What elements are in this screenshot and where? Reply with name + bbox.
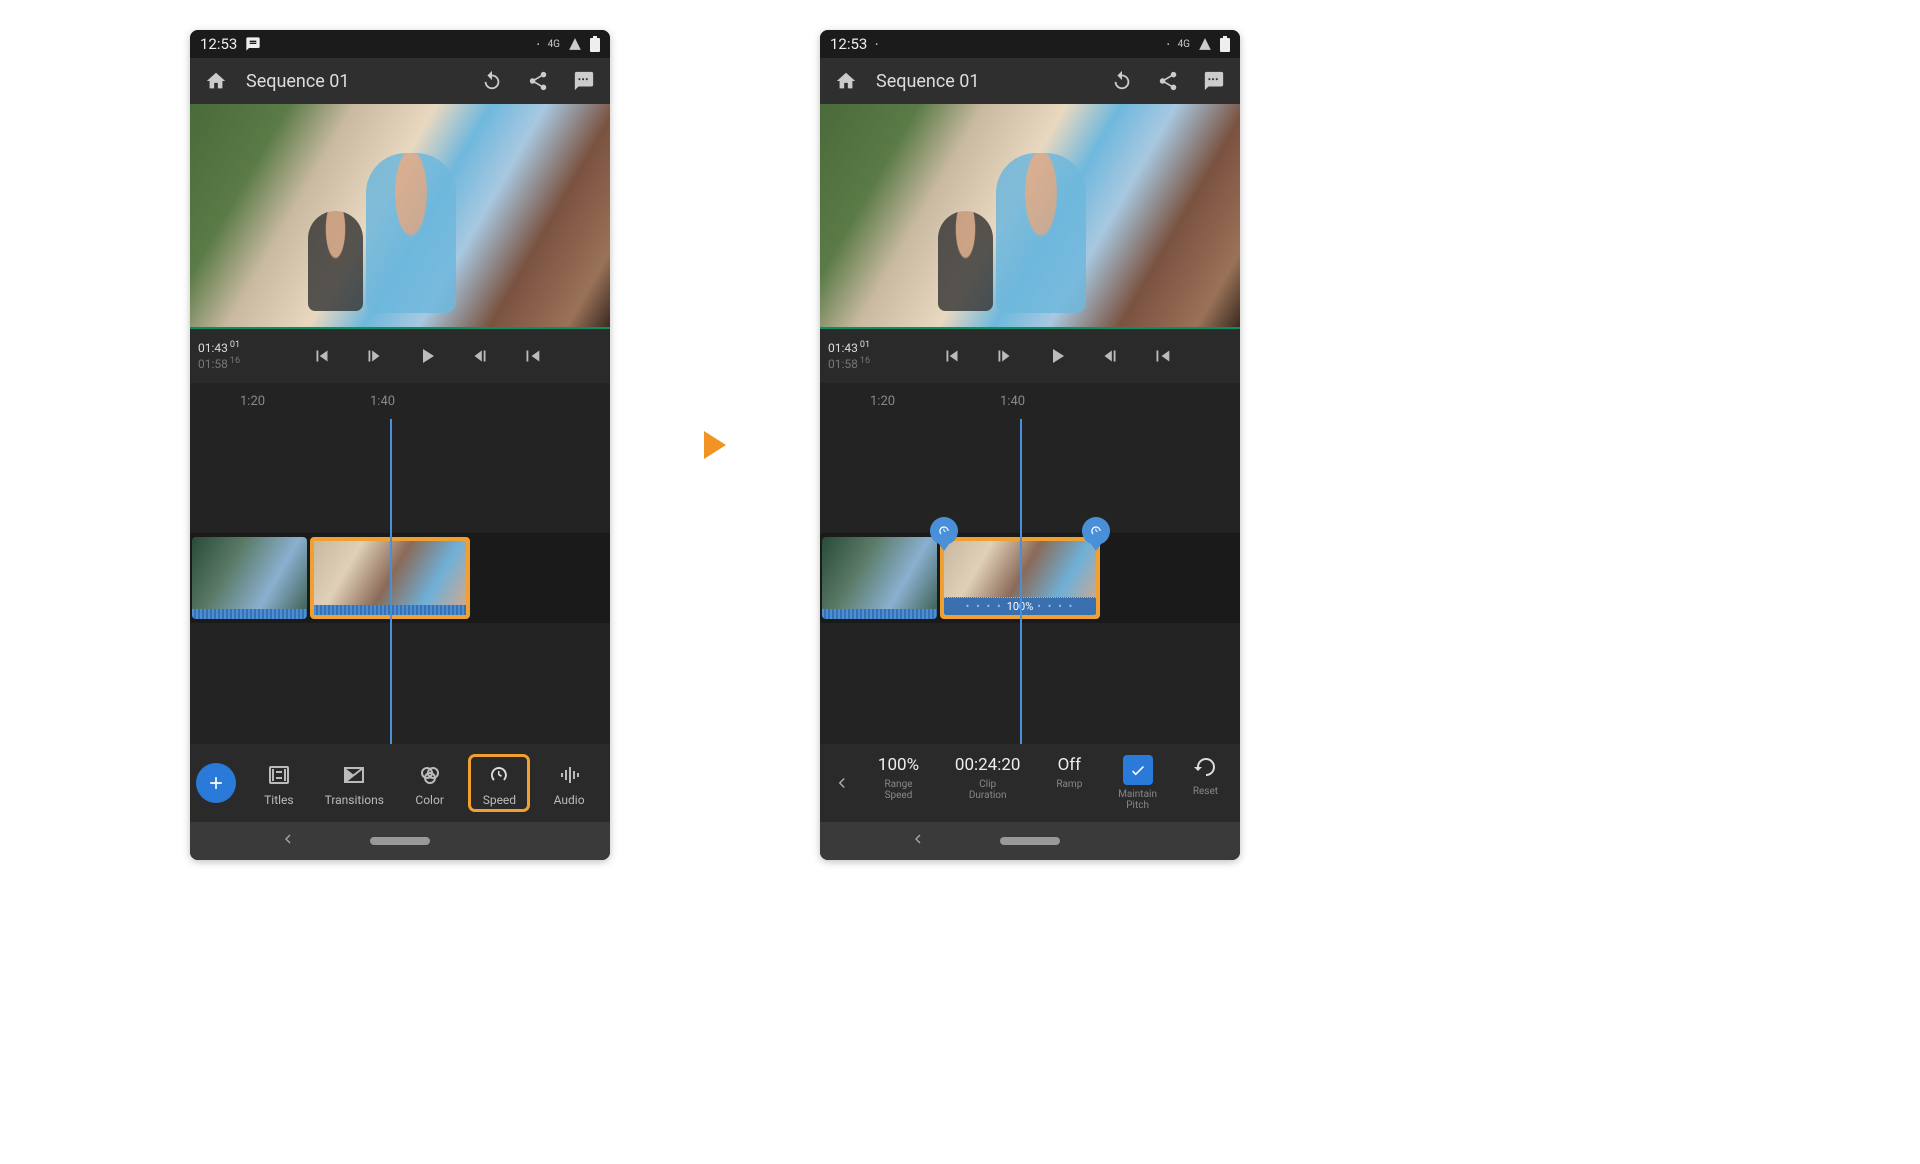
titles-tool[interactable]: Titles: [251, 757, 307, 809]
add-media-button[interactable]: [196, 763, 236, 803]
status-time: 12:53: [200, 35, 237, 53]
step-back-button[interactable]: [993, 344, 1015, 368]
ruler-mark: 1:40: [370, 394, 395, 409]
play-button[interactable]: [415, 344, 439, 368]
system-back-button[interactable]: [910, 831, 926, 851]
status-dot-icon: •: [875, 40, 878, 49]
skip-end-button[interactable]: [521, 344, 543, 368]
message-icon: [245, 36, 261, 52]
tool-label: Titles: [264, 793, 293, 807]
comment-button[interactable]: [564, 61, 604, 101]
skip-start-button[interactable]: [941, 344, 963, 368]
clip[interactable]: [822, 537, 937, 619]
tool-label: Transitions: [325, 793, 384, 807]
panel-back-button[interactable]: [824, 774, 860, 792]
skip-end-button[interactable]: [1151, 344, 1173, 368]
clip-track[interactable]: [190, 533, 610, 623]
color-tool[interactable]: Color: [402, 757, 458, 809]
speed-panel: 100% Range Speed 00:24:20 Clip Duration …: [820, 744, 1240, 822]
timecode: 01:4301 01:5816: [198, 340, 252, 372]
system-navbar: [820, 822, 1240, 860]
home-button[interactable]: [826, 61, 866, 101]
network-label: 4G: [548, 39, 560, 50]
network-label: 4G: [1178, 39, 1190, 50]
sequence-title[interactable]: Sequence 01: [872, 71, 1096, 92]
share-button[interactable]: [1148, 61, 1188, 101]
clip-duration-control[interactable]: 00:24:20 Clip Duration: [955, 755, 1021, 811]
maintain-pitch-toggle[interactable]: Maintain Pitch: [1118, 755, 1157, 811]
transitions-tool[interactable]: Transitions: [321, 757, 388, 809]
status-time: 12:53: [830, 35, 867, 53]
signal-icon: [1198, 37, 1212, 51]
tool-label: Speed: [483, 793, 516, 807]
speed-tool[interactable]: Speed: [471, 757, 527, 809]
statusbar: 12:53 • 4G: [190, 30, 610, 58]
system-home-pill[interactable]: [1000, 837, 1060, 845]
home-button[interactable]: [196, 61, 236, 101]
system-back-button[interactable]: [280, 831, 296, 851]
ruler-mark: 1:20: [240, 394, 265, 409]
undo-button[interactable]: [1102, 61, 1142, 101]
time-ruler: 1:20 1:40: [190, 383, 610, 419]
audio-tool[interactable]: Audio: [541, 757, 597, 809]
reset-button[interactable]: Reset: [1193, 755, 1218, 811]
battery-icon: [1220, 36, 1230, 52]
phone-before: 12:53 • 4G Sequence 01: [190, 30, 610, 860]
transport-bar: 01:4301 01:5816: [820, 329, 1240, 383]
app-header: Sequence 01: [190, 58, 610, 104]
clip-track[interactable]: 100%: [820, 533, 1240, 623]
system-navbar: [190, 822, 610, 860]
signal-icon: [568, 37, 582, 51]
transition-arrow-icon: [704, 431, 726, 459]
system-home-pill[interactable]: [370, 837, 430, 845]
playhead[interactable]: [1020, 419, 1022, 744]
timecode: 01:4301 01:5816: [828, 340, 882, 372]
transport-bar: 01:4301 01:5816: [190, 329, 610, 383]
step-forward-button[interactable]: [1099, 344, 1121, 368]
app-header: Sequence 01: [820, 58, 1240, 104]
ruler-mark: 1:40: [1000, 394, 1025, 409]
timeline[interactable]: 1:20 1:40 100%: [820, 383, 1240, 744]
video-preview[interactable]: [820, 104, 1240, 329]
play-button[interactable]: [1045, 344, 1069, 368]
range-speed-control[interactable]: 100% Range Speed: [878, 755, 919, 811]
comment-button[interactable]: [1194, 61, 1234, 101]
playhead[interactable]: [390, 419, 392, 744]
statusbar: 12:53 • • 4G: [820, 30, 1240, 58]
timeline[interactable]: 1:20 1:40: [190, 383, 610, 744]
reset-icon: [1193, 755, 1217, 782]
ruler-mark: 1:20: [870, 394, 895, 409]
checkbox-checked-icon: [1123, 755, 1153, 785]
step-forward-button[interactable]: [469, 344, 491, 368]
ramp-control[interactable]: Off Ramp: [1056, 755, 1082, 811]
battery-icon: [590, 36, 600, 52]
video-preview[interactable]: [190, 104, 610, 329]
edit-toolbar: Titles Transitions Color Speed Audio: [190, 744, 610, 822]
phone-after: 12:53 • • 4G Sequence 01: [820, 30, 1240, 860]
undo-button[interactable]: [472, 61, 512, 101]
step-back-button[interactable]: [363, 344, 385, 368]
tool-label: Audio: [554, 793, 585, 807]
tool-label: Color: [415, 793, 443, 807]
skip-start-button[interactable]: [311, 344, 333, 368]
sequence-title[interactable]: Sequence 01: [242, 71, 466, 92]
time-ruler: 1:20 1:40: [820, 383, 1240, 419]
share-button[interactable]: [518, 61, 558, 101]
clip[interactable]: [192, 537, 307, 619]
